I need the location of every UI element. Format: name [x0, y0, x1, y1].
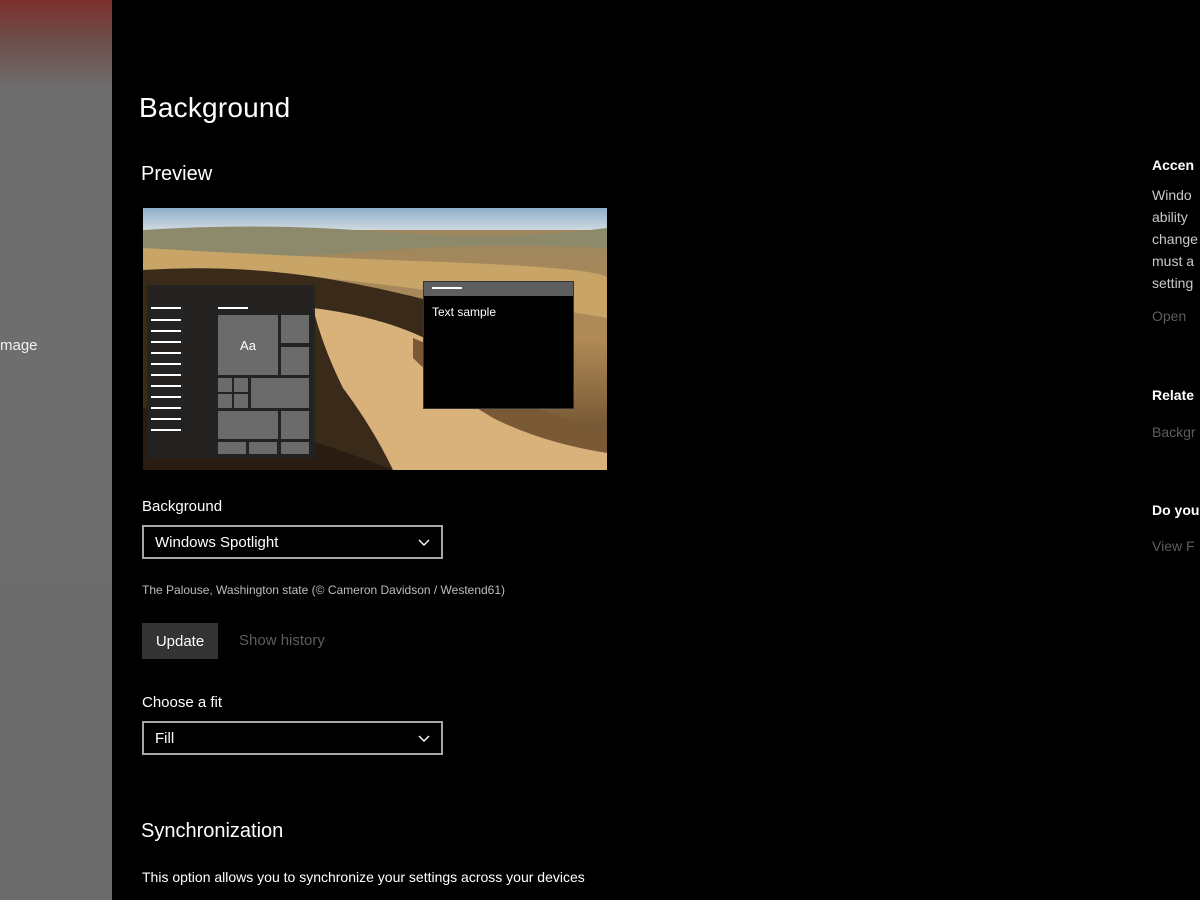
tiles-header-line [218, 307, 248, 309]
preview-tile [281, 347, 309, 375]
accent-description-line: ability [1152, 209, 1188, 225]
fit-dropdown[interactable]: Fill [142, 721, 443, 755]
preview-tile [281, 411, 309, 439]
background-dropdown[interactable]: Windows Spotlight [142, 525, 443, 559]
app-list-line [151, 396, 181, 398]
app-list-line [151, 319, 181, 321]
app-list-line [151, 330, 181, 332]
preview-tile-aa: Aa [218, 315, 278, 375]
accent-heading: Accen [1152, 157, 1195, 173]
app-list-line [151, 341, 181, 343]
app-list-line [151, 429, 181, 431]
related-settings-heading: Relate [1152, 387, 1195, 403]
page-title: Background [139, 92, 291, 123]
preview-tile [281, 442, 309, 454]
preview-tile [234, 394, 248, 408]
preview-tile [218, 411, 278, 439]
preview-tile [281, 315, 309, 343]
synchronization-description: This option allows you to synchronize yo… [142, 869, 585, 885]
preview-tile [234, 378, 248, 392]
start-menu-header-line [151, 307, 181, 309]
update-button[interactable]: Update [142, 623, 218, 659]
background-label: Background [142, 498, 223, 515]
preview-tile [218, 394, 232, 408]
related-background-link[interactable]: Backgr [1152, 424, 1196, 440]
app-list-line [151, 418, 181, 420]
chevron-down-icon [418, 735, 430, 742]
start-menu-app-list [151, 319, 181, 449]
fit-dropdown-value: Fill [155, 729, 175, 747]
sidebar: mage [0, 0, 112, 900]
app-list-line [151, 363, 181, 365]
right-info-panel: Accen Windo ability change must a settin… [1152, 0, 1200, 900]
sample-window-text: Text sample [432, 305, 497, 319]
app-list-line [151, 385, 181, 387]
background-preview: Aa Text sample [143, 208, 607, 470]
open-settings-link[interactable]: Open [1152, 308, 1186, 324]
preview-heading: Preview [141, 163, 213, 185]
accent-description-line: Windo [1152, 187, 1192, 203]
synchronization-heading: Synchronization [141, 820, 284, 842]
show-history-link[interactable]: Show history [239, 632, 325, 649]
preview-tile [218, 378, 232, 392]
accent-description-line: setting [1152, 275, 1194, 291]
chevron-down-icon [418, 539, 430, 546]
app-list-line [151, 352, 181, 354]
accent-description-line: change [1152, 231, 1198, 247]
background-dropdown-value: Windows Spotlight [155, 533, 279, 551]
accent-description-line: must a [1152, 253, 1195, 269]
app-list-line [151, 407, 181, 409]
app-list-line [151, 374, 181, 376]
image-caption: The Palouse, Washington state (© Cameron… [142, 583, 506, 597]
sidebar-item-lock-screen-label[interactable]: mage [0, 337, 38, 354]
preview-tile [251, 378, 309, 408]
question-heading: Do you [1152, 502, 1200, 518]
view-feedback-link[interactable]: View F [1152, 538, 1195, 554]
preview-tile [249, 442, 277, 454]
preview-start-menu: Aa [147, 285, 315, 458]
preview-sample-window: Text sample [423, 281, 574, 409]
sample-window-titlebar [424, 282, 573, 296]
fit-label: Choose a fit [142, 694, 223, 711]
accent-description: Windo ability change must a setting [1152, 184, 1198, 294]
preview-tile [218, 442, 246, 454]
